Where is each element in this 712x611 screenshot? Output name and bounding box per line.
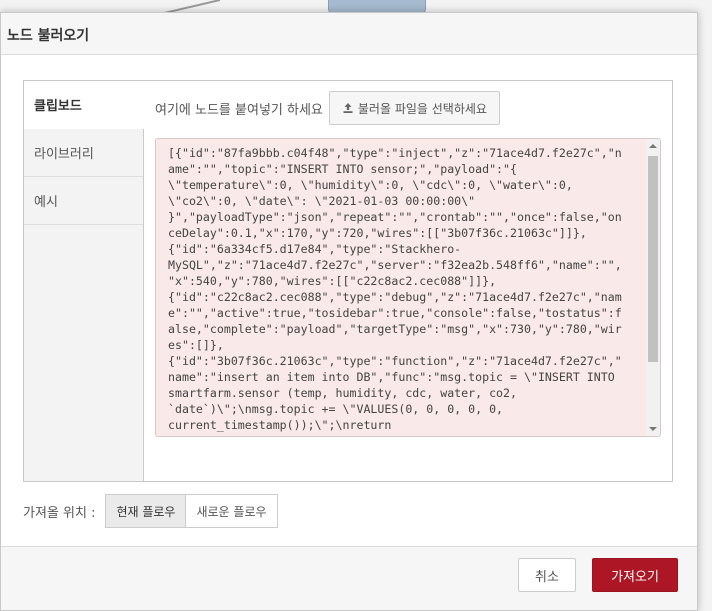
clipboard-code: [{"id":"87fa9bbb.c04f48","type":"inject"… [168, 145, 646, 433]
code-line: ceDelay":0.1,"x":170,"y":720,"wires":[["… [168, 226, 587, 240]
code-line: {"id":"c22c8ac2.cec088","type":"debug","… [168, 290, 622, 304]
import-nodes-dialog: 노드 불러오기 클립보드 라이브러리 예시 여기에 노드를 붙여넣기 하세요 불… [0, 12, 698, 611]
tab-examples[interactable]: 예시 [24, 177, 143, 225]
import-target-label: 가져올 위치 : [23, 505, 96, 521]
code-line: MySQL","z":"71ace4d7.f2e27c","server":"f… [168, 258, 622, 272]
code-line: \"temperature\":0, \"humidity\":0, \"cdc… [168, 178, 573, 192]
code-line: ame":"","topic":"INSERT INTO sensor;","p… [168, 162, 518, 176]
code-line: `date`)\";\nmsg.topic += \"VALUES(0, 0, … [168, 402, 504, 416]
import-button[interactable]: 가져오기 [592, 558, 678, 592]
code-line: }","payloadType":"json","repeat":"","cro… [168, 210, 622, 224]
code-line: name":"insert an item into DB","func":"m… [168, 370, 615, 384]
scroll-down-arrow-icon[interactable] [649, 427, 657, 431]
dialog-title: 노드 불러오기 [1, 13, 697, 55]
paste-label: 여기에 노드를 붙여넣기 하세요 [155, 102, 323, 118]
current-flow-button[interactable]: 현재 플로우 [105, 494, 187, 528]
textarea-scrollbar[interactable] [646, 139, 660, 436]
code-line: e":"","active":true,"tosidebar":true,"co… [168, 306, 622, 320]
select-file-label: 불러올 파일을 선택하세요 [357, 101, 487, 116]
code-line: [{"id":"87fa9bbb.c04f48","type":"inject"… [168, 146, 622, 160]
tab-clipboard[interactable]: 클립보드 [24, 81, 144, 129]
new-flow-button[interactable]: 새로운 플로우 [186, 494, 278, 528]
upload-icon [343, 103, 353, 113]
cancel-button[interactable]: 취소 [518, 558, 576, 592]
code-line: "x":540,"y":780,"wires":[["c22c8ac2.cec0… [168, 274, 497, 288]
scroll-up-arrow-icon[interactable] [649, 144, 657, 148]
code-line: alse,"complete":"payload","targetType":"… [168, 322, 622, 336]
import-tabs: 클립보드 라이브러리 예시 [24, 81, 144, 481]
select-file-button[interactable]: 불러올 파일을 선택하세요 [328, 91, 500, 125]
code-line: \"co2\":0, \"date\": \"2021-01-03 00:00:… [168, 194, 476, 208]
code-line: {"id":"3b07f36c.21063c","type":"function… [168, 354, 622, 368]
clipboard-textarea[interactable]: [{"id":"87fa9bbb.c04f48","type":"inject"… [155, 138, 661, 437]
paste-row: 여기에 노드를 붙여넣기 하세요 불러올 파일을 선택하세요 [155, 91, 661, 125]
code-line: es":[]}, [168, 338, 224, 352]
tab-library[interactable]: 라이브러리 [24, 129, 143, 177]
clipboard-content: 여기에 노드를 붙여넣기 하세요 불러올 파일을 선택하세요 [{"id":"8… [155, 91, 661, 471]
scroll-thumb[interactable] [648, 156, 658, 362]
import-target-row: 가져올 위치 : 현재 플로우 새로운 플로우 [23, 494, 278, 528]
code-line: smartfarm.sensor (temp, humidity, cdc, w… [168, 386, 518, 400]
code-line: current_timestamp());\";\nreturn [168, 418, 392, 432]
import-panel: 클립보드 라이브러리 예시 여기에 노드를 붙여넣기 하세요 불러올 파일을 선… [23, 80, 673, 482]
code-line: {"id":"6a334cf5.d17e84","type":"Stackher… [168, 242, 462, 256]
